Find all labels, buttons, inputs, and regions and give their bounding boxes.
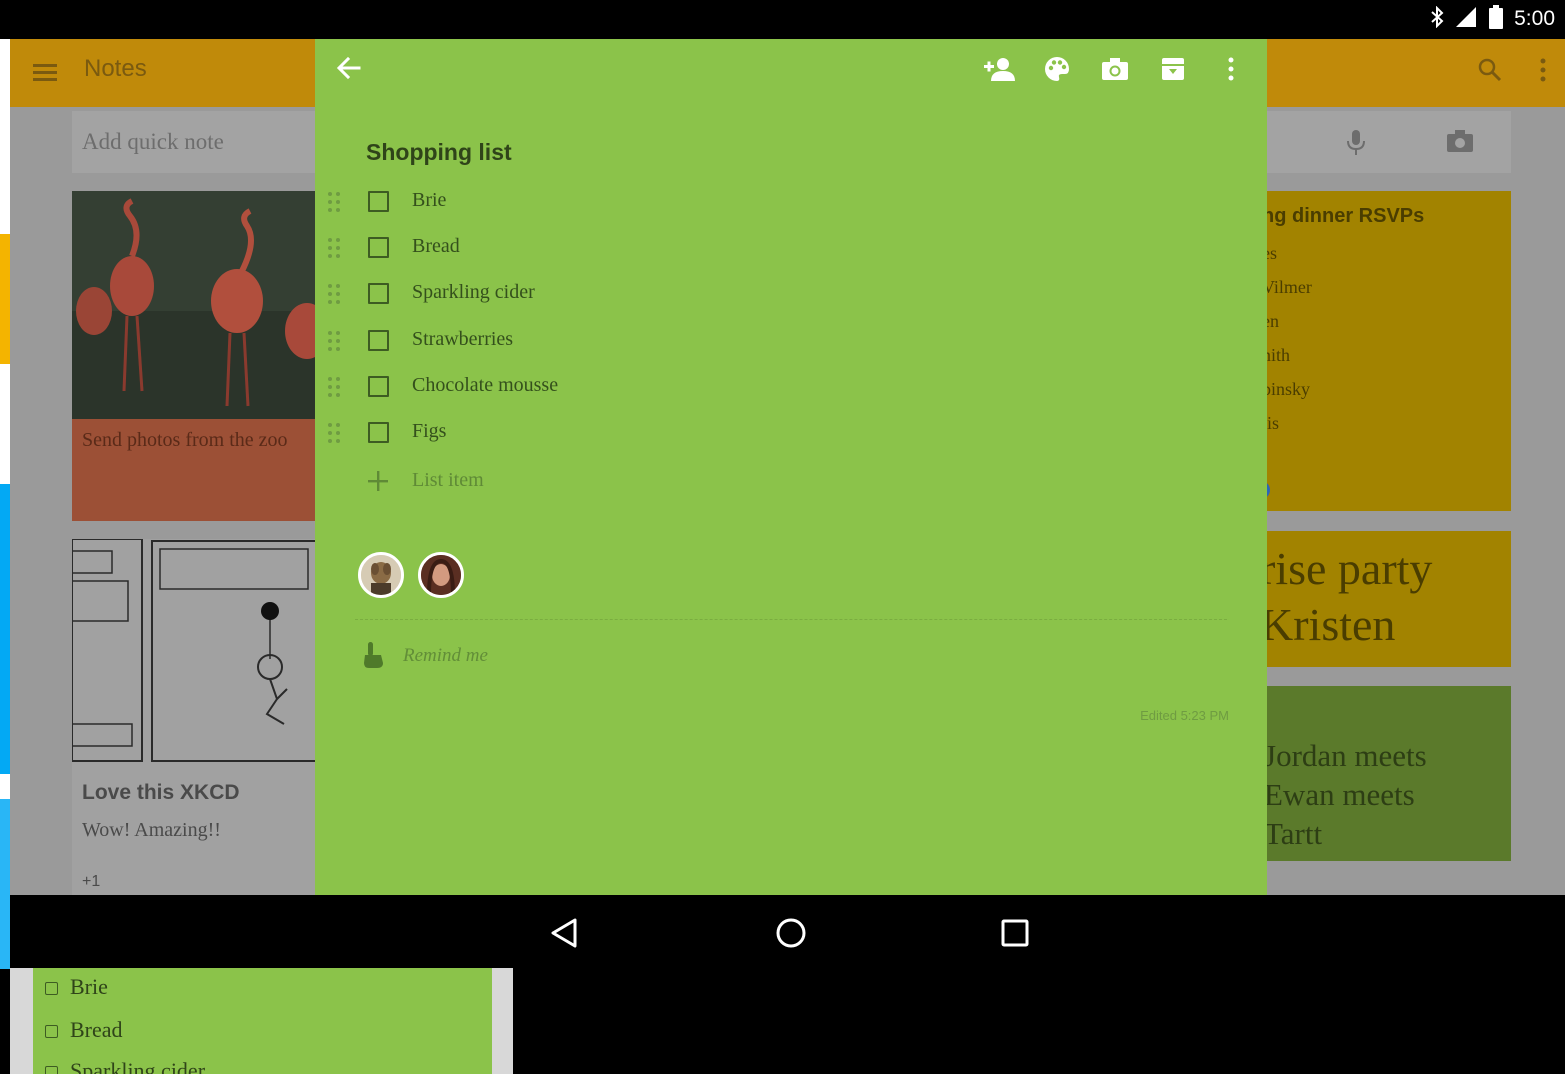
- note-card-party[interactable]: rise party Kristen: [1260, 531, 1511, 667]
- item-checkbox[interactable]: [368, 376, 389, 397]
- note-card-text: rise party Kristen: [1260, 541, 1432, 653]
- edge-segment: [0, 234, 10, 364]
- note-card-rsvp[interactable]: ng dinner RSVPs es Vilmer en nith pinsky…: [1260, 191, 1511, 511]
- item-text[interactable]: Bread: [412, 235, 460, 258]
- item-text[interactable]: Figs: [412, 420, 446, 443]
- signal-icon: [1454, 6, 1478, 33]
- status-icons: 5:00: [1430, 4, 1555, 34]
- mic-icon[interactable]: [1346, 129, 1366, 162]
- note-title[interactable]: Shopping list: [366, 139, 512, 166]
- quick-note-input[interactable]: Add quick note: [72, 111, 332, 173]
- xkcd-comic-image: [72, 539, 332, 764]
- app-title: Notes: [84, 55, 147, 82]
- menu-icon[interactable]: [32, 61, 58, 88]
- list-item: Brie: [315, 183, 915, 223]
- drag-handle-icon[interactable]: [327, 330, 341, 357]
- list-item: Strawberries: [315, 322, 915, 362]
- note-card-title: Love this XKCD: [82, 781, 240, 804]
- recents-nav-icon[interactable]: [999, 917, 1031, 949]
- nav-bar: [10, 895, 1565, 968]
- note-editor: Shopping list Brie Bread Sparkling cider…: [315, 39, 1267, 895]
- item-text[interactable]: Strawberries: [412, 328, 513, 351]
- edited-timestamp: Edited 5:23 PM: [1140, 708, 1229, 723]
- note-card-body: Wow! Amazing!!: [82, 819, 221, 841]
- item-checkbox[interactable]: [368, 422, 389, 443]
- back-nav-icon[interactable]: [548, 917, 580, 949]
- search-icon[interactable]: [1477, 57, 1503, 88]
- archive-icon[interactable]: [1155, 53, 1191, 85]
- list-item: Sparkling cider: [315, 275, 915, 315]
- preview-checkbox: [45, 1066, 58, 1074]
- preview-checkbox: [45, 1025, 58, 1038]
- bluetooth-icon: [1430, 5, 1444, 33]
- list-item: Figs: [315, 414, 915, 454]
- preview-item-text: Brie: [70, 974, 108, 999]
- remind-me-label: Remind me: [403, 645, 488, 666]
- item-checkbox[interactable]: [368, 330, 389, 351]
- list-item: Bread: [315, 229, 915, 269]
- edge-strip: [0, 39, 10, 969]
- reminder-hand-icon: [361, 641, 385, 674]
- drag-handle-icon[interactable]: [327, 283, 341, 310]
- divider: [355, 619, 1227, 620]
- collaborator-avatar[interactable]: [358, 552, 404, 598]
- edge-segment: [0, 484, 10, 774]
- item-text[interactable]: Brie: [412, 189, 446, 212]
- preview-item-text: Sparkling cider: [70, 1058, 206, 1074]
- more-vert-icon[interactable]: [1539, 57, 1547, 88]
- camera-icon[interactable]: [1446, 129, 1474, 158]
- rsvp-line: pinsky: [1262, 379, 1311, 399]
- status-bar: 5:00: [0, 0, 1565, 39]
- item-checkbox[interactable]: [368, 283, 389, 304]
- note-card-text: Send photos from the zoo: [82, 429, 288, 451]
- note-card-text: Jordan meets Ewan meets Tartt: [1264, 736, 1427, 853]
- item-text[interactable]: Sparkling cider: [412, 281, 535, 304]
- party-line: Kristen: [1260, 599, 1396, 650]
- item-checkbox[interactable]: [368, 237, 389, 258]
- add-list-item[interactable]: List item: [315, 463, 715, 503]
- item-checkbox[interactable]: [368, 191, 389, 212]
- back-arrow-icon[interactable]: [335, 55, 363, 86]
- collaborator-avatar[interactable]: [418, 552, 464, 598]
- preview-checkbox: [45, 982, 58, 995]
- list-item: Chocolate mousse: [315, 368, 915, 408]
- more-vert-icon[interactable]: [1213, 53, 1249, 85]
- flamingo-photo: [72, 191, 332, 419]
- note-card-jordan[interactable]: Jordan meets Ewan meets Tartt: [1260, 686, 1511, 861]
- edge-segment: [0, 799, 10, 969]
- item-text[interactable]: Chocolate mousse: [412, 374, 558, 397]
- battery-icon: [1488, 4, 1504, 34]
- drag-handle-icon[interactable]: [327, 237, 341, 264]
- quick-note-actions: [1266, 111, 1511, 173]
- rsvp-line: Vilmer: [1262, 277, 1312, 297]
- add-item-placeholder: List item: [412, 469, 484, 491]
- drag-handle-icon[interactable]: [327, 376, 341, 403]
- editor-actions: [981, 53, 1249, 85]
- add-collaborator-icon[interactable]: [981, 53, 1017, 85]
- party-line: rise party: [1260, 543, 1433, 594]
- plus-icon: [366, 469, 390, 498]
- jordan-line: Jordan meets: [1264, 738, 1427, 773]
- note-card-extra: +1: [82, 873, 101, 890]
- camera-icon[interactable]: [1097, 53, 1133, 85]
- note-card-title: ng dinner RSVPs: [1262, 205, 1425, 227]
- home-nav-icon[interactable]: [775, 917, 807, 949]
- note-card-xkcd[interactable]: Love this XKCD Wow! Amazing!! +1: [72, 539, 332, 895]
- palette-icon[interactable]: [1039, 53, 1075, 85]
- jordan-line: Tartt: [1264, 816, 1323, 851]
- drag-handle-icon[interactable]: [327, 191, 341, 218]
- drag-handle-icon[interactable]: [327, 422, 341, 449]
- jordan-line: Ewan meets: [1264, 777, 1415, 812]
- remind-me-button[interactable]: Remind me: [357, 639, 657, 675]
- note-card-flamingo[interactable]: Send photos from the zoo: [72, 191, 332, 521]
- quick-note-placeholder: Add quick note: [82, 129, 224, 154]
- preview-item-text: Bread: [70, 1017, 123, 1042]
- zoom-preview: Brie Bread Sparkling cider: [10, 968, 513, 1074]
- preview-note-card: Brie Bread Sparkling cider: [33, 968, 492, 1074]
- status-time: 5:00: [1514, 7, 1555, 30]
